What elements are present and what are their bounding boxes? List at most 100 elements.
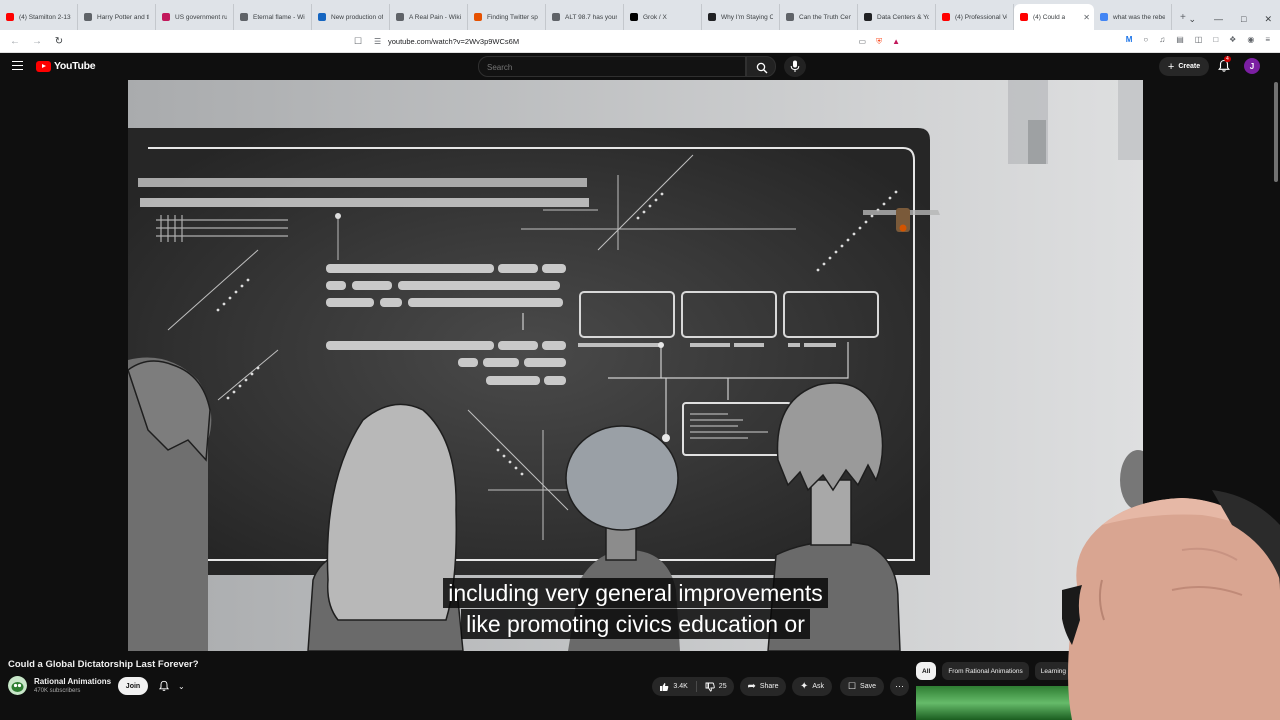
tab-label: (4) Could a bbox=[1033, 13, 1066, 21]
tab-label: Eternal flame - Wiki bbox=[253, 13, 305, 21]
url-text[interactable]: youtube.com/watch?v=2Wv3p9WCs6M bbox=[388, 37, 519, 46]
tab-label: (4) Professional Vo bbox=[955, 13, 1007, 21]
subscription-bell-icon bbox=[158, 680, 170, 691]
forward-icon[interactable]: → bbox=[30, 36, 44, 47]
browser-tab[interactable]: Finding Twitter sp bbox=[468, 4, 546, 30]
recommended-video-thumbnail[interactable] bbox=[916, 686, 1076, 720]
browser-tab[interactable]: Grok / X bbox=[624, 4, 702, 30]
channel-logo-icon bbox=[8, 676, 27, 695]
scrollbar-thumb[interactable] bbox=[1274, 82, 1278, 182]
tab-label: Harry Potter and th bbox=[97, 13, 149, 21]
music-extension-icon[interactable]: ♫ bbox=[1159, 35, 1165, 44]
create-button[interactable]: + Create bbox=[1159, 57, 1209, 76]
browser-tab-strip: (4) Stamilton 2-13 Harry Potter and th US … bbox=[0, 0, 1280, 30]
browser-tab[interactable]: Harry Potter and th bbox=[78, 4, 156, 30]
voice-search-button[interactable] bbox=[784, 56, 806, 77]
browser-tab[interactable]: (4) Could a ✕ bbox=[1014, 4, 1094, 30]
tab-favicon-icon bbox=[6, 13, 14, 21]
browser-tab[interactable]: New production of bbox=[312, 4, 390, 30]
minimize-icon[interactable]: — bbox=[1214, 14, 1223, 25]
reader-icon[interactable]: ▤ bbox=[1176, 35, 1184, 44]
share-icon: ➦ bbox=[747, 681, 756, 692]
site-info-icon[interactable]: ☰ bbox=[374, 37, 381, 46]
browser-tab[interactable]: US government ru bbox=[156, 4, 234, 30]
browser-tab[interactable]: Data Centers & Yo bbox=[858, 4, 936, 30]
logo-text: YouTube bbox=[54, 60, 96, 72]
back-icon[interactable]: ← bbox=[8, 36, 22, 47]
video-title: Could a Global Dictatorship Last Forever… bbox=[8, 659, 199, 670]
bookmark-icon[interactable]: ☐ bbox=[354, 36, 362, 47]
bookmark-save-icon: ☐ bbox=[847, 681, 857, 691]
tab-favicon-icon bbox=[240, 13, 248, 21]
channel-avatar[interactable] bbox=[8, 676, 27, 695]
join-button[interactable]: Join bbox=[118, 677, 148, 695]
tab-favicon-icon bbox=[630, 13, 638, 21]
like-dislike-group: 3.4K 25 bbox=[652, 677, 734, 696]
browser-tab[interactable]: Can the Truth Cent bbox=[780, 4, 858, 30]
search-box[interactable] bbox=[478, 56, 746, 77]
tab-label: Grok / X bbox=[643, 13, 667, 21]
guide-menu-icon[interactable] bbox=[12, 61, 23, 70]
tab-close-icon[interactable]: ✕ bbox=[1083, 13, 1090, 22]
tab-strip-controls: + bbox=[1172, 4, 1186, 30]
chip-all[interactable]: All bbox=[916, 662, 937, 680]
browser-tab[interactable]: A Real Pain - Wikip bbox=[390, 4, 468, 30]
tab-search-icon[interactable]: ⌄ bbox=[1188, 14, 1196, 25]
tab-favicon-icon bbox=[396, 13, 404, 21]
save-label: Save bbox=[860, 683, 877, 690]
maximize-icon[interactable]: □ bbox=[1241, 14, 1246, 25]
chat-extension-icon[interactable]: ○ bbox=[1143, 35, 1148, 44]
more-actions-button[interactable]: ⋯ bbox=[890, 677, 909, 696]
tab-favicon-icon bbox=[942, 13, 950, 21]
channel-name[interactable]: Rational Animations bbox=[34, 677, 111, 686]
cast-icon[interactable]: ▭ bbox=[859, 37, 867, 47]
browser-tab[interactable]: what was the rebel bbox=[1094, 4, 1172, 30]
tab-favicon-icon bbox=[708, 13, 716, 21]
browser-tab[interactable]: (4) Professional Vo bbox=[936, 4, 1014, 30]
browser-tab[interactable]: Eternal flame - Wiki bbox=[234, 4, 312, 30]
search-button[interactable] bbox=[746, 56, 776, 77]
brave-shield-icon[interactable]: ⛨ bbox=[876, 37, 882, 47]
tab-label: ALT 98.7 has your bbox=[565, 13, 617, 21]
address-bar-row: ← → ↻ ☐ ☰ youtube.com/watch?v=2Wv3p9WCs6… bbox=[0, 30, 1280, 53]
dislike-count: 25 bbox=[718, 683, 727, 690]
gmail-extension-icon[interactable]: M bbox=[1126, 35, 1133, 44]
tab-favicon-icon bbox=[318, 13, 326, 21]
thumbs-up-icon bbox=[660, 682, 669, 691]
video-player[interactable]: including very general improvements like… bbox=[128, 80, 1143, 651]
webcam-person-image bbox=[1062, 490, 1280, 720]
dislike-button[interactable]: 25 bbox=[705, 682, 727, 692]
ask-button[interactable]: ✦ Ask bbox=[792, 677, 832, 696]
sidebar-icon[interactable]: ◫ bbox=[1195, 35, 1203, 44]
like-count: 3.4K bbox=[673, 683, 688, 690]
browser-tab[interactable]: (4) Stamilton 2-13 bbox=[0, 4, 78, 30]
more-icon: ⋯ bbox=[895, 681, 904, 691]
tab-favicon-icon bbox=[864, 13, 872, 21]
account-avatar[interactable]: J bbox=[1244, 58, 1260, 74]
plus-icon: + bbox=[1167, 60, 1175, 73]
youtube-logo[interactable]: YouTube bbox=[36, 60, 96, 72]
omnibox[interactable]: ☐ ☰ youtube.com/watch?v=2Wv3p9WCs6M ▭ ⛨ … bbox=[352, 32, 910, 51]
subscription-notification-button[interactable]: ⌄ bbox=[158, 678, 188, 694]
omnibox-actions: ▭ ⛨ ▲ bbox=[859, 37, 900, 47]
browser-menu-icon[interactable]: ≡ bbox=[1265, 35, 1270, 44]
save-button[interactable]: ☐ Save bbox=[840, 677, 884, 696]
extensions-icon[interactable]: ❖ bbox=[1229, 35, 1236, 44]
close-window-icon[interactable]: ✕ bbox=[1264, 14, 1272, 25]
wallet-icon[interactable]: □ bbox=[1213, 35, 1218, 44]
browser-tab[interactable]: ALT 98.7 has your bbox=[546, 4, 624, 30]
like-button[interactable]: 3.4K bbox=[659, 682, 688, 692]
video-frame bbox=[128, 80, 1143, 651]
chip-from-channel[interactable]: From Rational Animations bbox=[942, 662, 1029, 680]
vpn-icon[interactable]: ◉ bbox=[1247, 35, 1254, 44]
brave-rewards-icon[interactable]: ▲ bbox=[892, 37, 900, 47]
caption-line-2: like promoting civics education or bbox=[461, 609, 810, 639]
reload-icon[interactable]: ↻ bbox=[52, 36, 66, 47]
browser-tab[interactable]: Why I'm Staying Cl bbox=[702, 4, 780, 30]
tab-label: A Real Pain - Wikip bbox=[409, 13, 461, 21]
subscriber-count: 470K subscribers bbox=[34, 688, 81, 694]
new-tab-icon[interactable]: + bbox=[1180, 12, 1186, 23]
share-button[interactable]: ➦ Share bbox=[740, 677, 786, 696]
tab-label: New production of bbox=[331, 13, 383, 21]
search-input[interactable] bbox=[487, 63, 727, 72]
